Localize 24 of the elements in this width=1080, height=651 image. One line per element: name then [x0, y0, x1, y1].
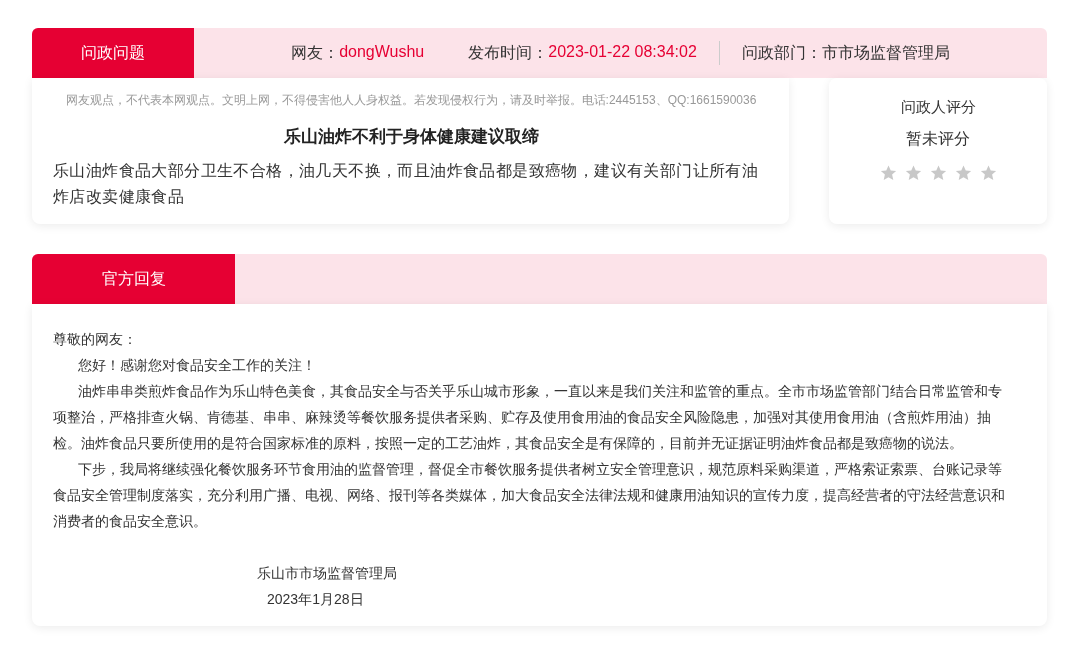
- reply-tab[interactable]: 官方回复: [32, 254, 235, 304]
- time-label: 发布时间：: [468, 42, 549, 63]
- reply-paragraph: 油炸串串类煎炸食品作为乐山特色美食，其食品安全与否关乎乐山城市形象，一直以来是我们关注和监管的重点。全市市场监管部门结合日常监管和专项整治，严格排查火锅、肯德基、串串、麻辣烫等餐饮服务提供者采购、贮存及使用食用油的食品安全风险隐患，加强对其使用食用油（含煎炸用油）抽检。油炸食品只要所使用的是符合国家标准的原料，按照一定的工艺油炸，其食品安全是有保障的，目前并无证据证明油炸食品都是致癌物的说法。: [53, 382, 1004, 453]
- question-tab[interactable]: 问政问题: [32, 28, 194, 78]
- department-name: 市市场监督管理局: [821, 42, 950, 63]
- department-label: 问政部门：: [741, 42, 822, 63]
- star-icon[interactable]: [903, 164, 923, 182]
- user-label: 网友：: [291, 42, 340, 63]
- star-icon[interactable]: [878, 164, 898, 182]
- rating-status: 暂未评分: [906, 129, 970, 149]
- reply-paragraph: 下步，我局将继续强化餐饮服务环节食用油的监督管理，督促全市餐饮服务提供者树立安全管理意识，规范原料采购渠道，严格索证索票、台账记录等食品安全管理制度落实，充分利用广播、电视、网络、报刊等各类媒体，加大食品安全法律法规和健康用油知识的宣传力度，提高经营者的守法经营意识和消费者的食品安全意识。: [53, 460, 1006, 531]
- reply-paragraph: 尊敬的网友：: [53, 330, 138, 349]
- question-body: 乐山油炸食品大部分卫生不合格，油几天不换，而且油炸食品都是致癌物，建议有关部门让所有油炸店改卖健康食品: [53, 161, 760, 207]
- reply-paragraph: 您好！感谢您对食品安全工作的关注！: [77, 356, 318, 375]
- rating-title: 问政人评分: [900, 98, 976, 117]
- disclaimer-text: 网友观点，不代表本网观点。文明上网，不得侵害他人人身权益。若发现侵权行为，请及时举报。电话:2445153、QQ:1661590036: [64, 92, 758, 109]
- question-title: 乐山油炸不利于身体健康建议取缔: [282, 126, 540, 148]
- post-time: 2023-01-22 08:34:02: [548, 42, 697, 62]
- star-icon[interactable]: [978, 164, 998, 182]
- star-icon[interactable]: [953, 164, 973, 182]
- reply-signature: 乐山市市场监督管理局: [256, 564, 398, 583]
- reply-date: 2023年1月28日: [266, 590, 365, 609]
- star-icon[interactable]: [928, 164, 948, 182]
- user-name: dongWushu: [339, 42, 425, 62]
